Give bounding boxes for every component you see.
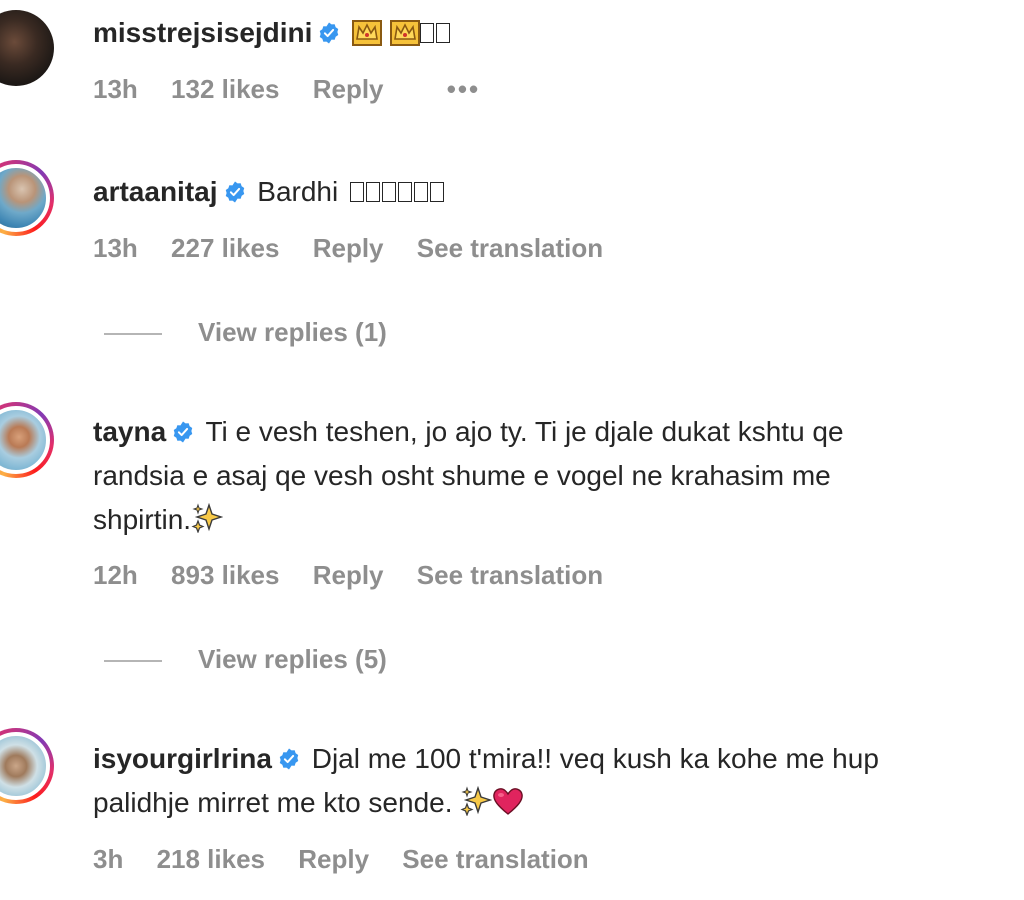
see-translation-button[interactable]: See translation — [417, 560, 603, 590]
missing-glyph-icon — [430, 182, 444, 202]
comment-username[interactable]: artaanitaj — [93, 176, 218, 207]
comment-likes[interactable]: 227 likes — [171, 233, 279, 263]
avatar[interactable] — [0, 10, 54, 86]
missing-glyph-icon — [382, 182, 396, 202]
comment-username[interactable]: misstrejsisejdini — [93, 17, 312, 48]
comment-username[interactable]: tayna — [93, 416, 166, 447]
view-replies-label: View replies (5) — [198, 644, 387, 674]
see-translation-button[interactable]: See translation — [402, 844, 588, 874]
view-replies-button[interactable]: View replies (1) — [104, 317, 387, 348]
comment-time: 12h — [93, 560, 138, 590]
comment-text-line: palidhje mirret me kto sende. — [93, 781, 1024, 829]
comment-text: Bardhi — [257, 176, 339, 207]
comment-text-line: shpirtin. — [93, 498, 1024, 546]
verified-badge-icon — [225, 181, 244, 203]
comment-time: 13h — [93, 233, 138, 263]
see-translation-button[interactable]: See translation — [417, 233, 603, 263]
divider — [104, 333, 162, 336]
avatar[interactable] — [0, 160, 54, 236]
avatar[interactable] — [0, 728, 54, 804]
verified-badge-icon — [320, 22, 339, 44]
missing-glyph-icon — [436, 23, 450, 43]
reply-button[interactable]: Reply — [313, 74, 384, 104]
divider — [104, 660, 162, 663]
comment-text-fragment: shpirtin. — [93, 504, 192, 535]
sparkles-emoji-icon — [191, 502, 224, 546]
comment-meta: 3h 218 likes Reply See translation — [93, 844, 615, 875]
missing-glyph-icon — [366, 182, 380, 202]
comment-likes[interactable]: 132 likes — [171, 74, 279, 104]
comment-time: 3h — [93, 844, 124, 874]
reply-button[interactable]: Reply — [298, 844, 369, 874]
more-options-button[interactable]: ••• — [447, 74, 480, 104]
crown-emoji-icon — [352, 15, 383, 59]
crown-emoji-icon — [390, 15, 420, 59]
reply-button[interactable]: Reply — [313, 560, 384, 590]
avatar[interactable] — [0, 402, 54, 478]
comment-likes[interactable]: 218 likes — [157, 844, 265, 874]
missing-glyph-icon — [398, 182, 412, 202]
red-heart-emoji-icon — [492, 785, 524, 829]
missing-glyph-icon — [414, 182, 428, 202]
comment-text-line: randsia e asaj qe vesh osht shume e voge… — [93, 460, 831, 491]
verified-badge-icon — [173, 421, 193, 443]
comment-meta: 13h 227 likes Reply See translation — [93, 233, 629, 264]
sparkles-emoji-icon — [460, 785, 493, 829]
verified-badge-icon — [279, 748, 299, 770]
comment-meta: 13h 132 likes Reply ••• — [93, 74, 506, 105]
comment-time: 13h — [93, 74, 138, 104]
comment-text-fragment: palidhje mirret me kto sende. — [93, 787, 453, 818]
comment-text-line: Ti e vesh teshen, jo ajo ty. Ti je djale… — [205, 416, 844, 447]
comment-text-line: Djal me 100 t'mira!! veq kush ka kohe me… — [311, 743, 879, 774]
view-replies-label: View replies (1) — [198, 317, 387, 347]
comment-meta: 12h 893 likes Reply See translation — [93, 560, 629, 591]
comment-username[interactable]: isyourgirlrina — [93, 743, 272, 774]
reply-button[interactable]: Reply — [313, 233, 384, 263]
missing-glyph-icon — [350, 182, 364, 202]
view-replies-button[interactable]: View replies (5) — [104, 644, 387, 675]
missing-glyph-icon — [420, 23, 434, 43]
comment-likes[interactable]: 893 likes — [171, 560, 279, 590]
